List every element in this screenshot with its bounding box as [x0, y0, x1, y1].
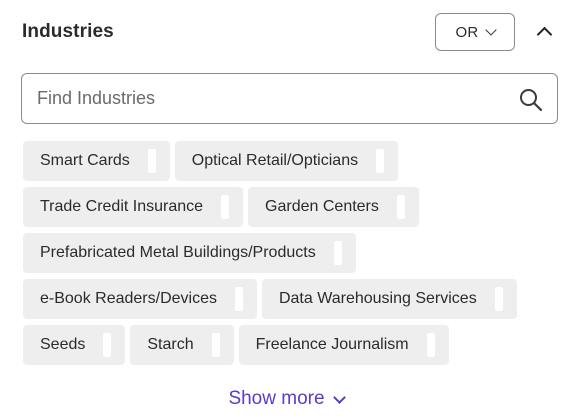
- industry-chip[interactable]: Data Warehousing Services: [261, 279, 517, 319]
- chip-row: Prefabricated Metal Buildings/Products: [23, 233, 553, 273]
- chip-remove-handle[interactable]: [234, 287, 243, 311]
- show-more-button[interactable]: Show more: [0, 388, 572, 410]
- industry-chip[interactable]: Seeds: [23, 325, 126, 365]
- industry-chip[interactable]: Starch: [130, 325, 234, 365]
- chip-remove-handle[interactable]: [221, 195, 230, 219]
- chip-remove-handle[interactable]: [376, 149, 385, 173]
- industry-chip-label: Prefabricated Metal Buildings/Products: [40, 244, 316, 261]
- selected-industries-list: Smart Cards Optical Retail/Opticians Trade…: [23, 141, 553, 371]
- chip-remove-handle[interactable]: [494, 287, 503, 311]
- chip-row: e-Book Readers/Devices Data Warehousing S…: [23, 279, 553, 319]
- industry-chip[interactable]: Freelance Journalism: [238, 325, 449, 365]
- industry-chip-label: Smart Cards: [40, 152, 130, 169]
- chevron-down-icon: [332, 390, 346, 404]
- logic-operator-dropdown[interactable]: OR: [435, 13, 515, 51]
- industry-chip-label: Garden Centers: [265, 198, 379, 215]
- industry-chip-label: Trade Credit Insurance: [40, 198, 204, 215]
- search-box: [21, 73, 558, 124]
- chip-remove-handle[interactable]: [333, 241, 342, 265]
- chevron-down-icon: [484, 24, 497, 36]
- industry-chip-label: Optical Retail/Opticians: [191, 152, 359, 169]
- search-input[interactable]: [37, 74, 507, 123]
- industry-chip[interactable]: Smart Cards: [23, 141, 170, 181]
- search-icon[interactable]: [518, 87, 544, 113]
- collapse-button[interactable]: [530, 17, 558, 47]
- logic-operator-value: OR: [455, 23, 479, 41]
- chip-row: Smart Cards Optical Retail/Opticians: [23, 141, 553, 181]
- industry-chip[interactable]: Optical Retail/Opticians: [174, 141, 399, 181]
- industry-chip-label: Freelance Journalism: [255, 336, 409, 353]
- chip-row: Trade Credit Insurance Garden Centers: [23, 187, 553, 227]
- chip-remove-handle[interactable]: [147, 149, 156, 173]
- panel-title: Industries: [22, 21, 114, 42]
- industries-filter-panel: Industries OR Smart Cards Optical Retail/…: [0, 0, 572, 418]
- chevron-up-icon: [536, 26, 552, 43]
- show-more-label: Show more: [228, 388, 325, 409]
- chip-remove-handle[interactable]: [211, 333, 220, 357]
- industry-chip[interactable]: Prefabricated Metal Buildings/Products: [23, 233, 356, 273]
- chip-remove-handle[interactable]: [103, 333, 112, 357]
- panel-header: Industries OR: [22, 13, 558, 53]
- industry-chip[interactable]: Garden Centers: [248, 187, 419, 227]
- industry-chip[interactable]: Trade Credit Insurance: [23, 187, 244, 227]
- chip-row: Seeds Starch Freelance Journalism: [23, 325, 553, 365]
- industry-chip-label: Starch: [147, 336, 194, 353]
- industry-chip-label: Data Warehousing Services: [278, 290, 477, 307]
- industry-chip[interactable]: e-Book Readers/Devices: [23, 279, 257, 319]
- industry-chip-label: Seeds: [40, 336, 86, 353]
- chip-remove-handle[interactable]: [396, 195, 405, 219]
- chip-remove-handle[interactable]: [426, 333, 435, 357]
- industry-chip-label: e-Book Readers/Devices: [40, 290, 217, 307]
